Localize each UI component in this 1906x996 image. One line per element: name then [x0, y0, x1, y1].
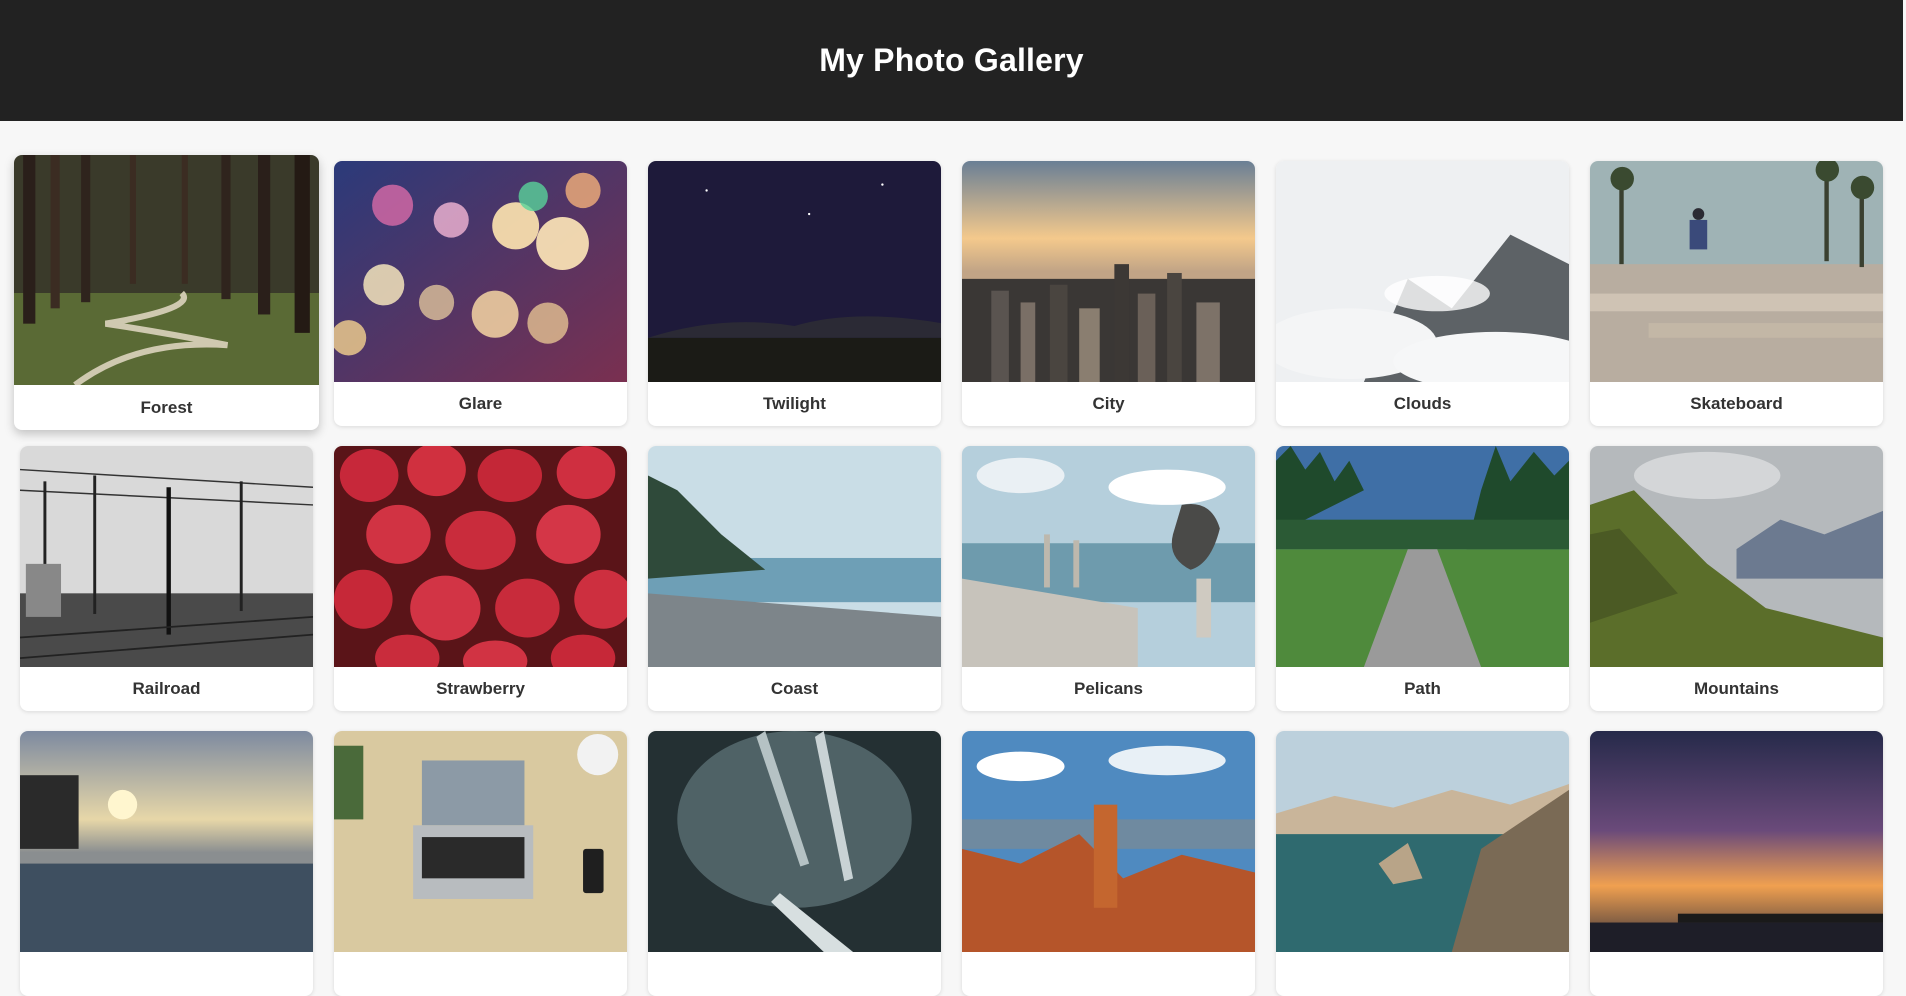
- photo-card-15[interactable]: [648, 731, 941, 996]
- sunset-pier-photo: [1590, 731, 1883, 952]
- photo-card-twilight[interactable]: Twilight: [648, 161, 941, 426]
- forest-photo: [14, 155, 319, 385]
- photo-card-mountains[interactable]: Mountains: [1590, 446, 1883, 711]
- photo-caption: Railroad: [132, 679, 201, 698]
- skatepark-photo: [1590, 161, 1883, 382]
- photo-card-skateboard[interactable]: Skateboard: [1590, 161, 1883, 426]
- photo-card-17[interactable]: [1276, 731, 1569, 996]
- photo-caption: Path: [1404, 679, 1441, 698]
- photo-card-clouds[interactable]: Clouds: [1276, 161, 1569, 426]
- photo-card-glare[interactable]: Glare: [334, 161, 627, 426]
- photo-card-railroad[interactable]: Railroad: [20, 446, 313, 711]
- photo-card-forest[interactable]: Forest: [14, 155, 319, 430]
- photo-caption: [962, 952, 1255, 996]
- photo-caption: Clouds: [1393, 394, 1452, 413]
- photo-caption: Glare: [458, 394, 503, 413]
- page-header: My Photo Gallery: [0, 0, 1903, 121]
- photo-card-18[interactable]: [1590, 731, 1883, 996]
- coast-photo: [648, 446, 941, 667]
- page-title: My Photo Gallery: [819, 42, 1084, 78]
- photo-caption: Strawberry: [436, 679, 525, 698]
- photo-grid: Forest Glare Twilight City Clouds Skateb…: [0, 0, 1906, 996]
- mountains-photo: [1590, 446, 1883, 667]
- photo-caption: [1276, 952, 1569, 996]
- photo-caption: [1590, 952, 1883, 996]
- pelicans-pier-photo: [962, 446, 1255, 667]
- photo-card-city[interactable]: City: [962, 161, 1255, 426]
- photo-caption: Coast: [770, 679, 819, 698]
- photo-card-strawberry[interactable]: Strawberry: [334, 446, 627, 711]
- photo-card-path[interactable]: Path: [1276, 446, 1569, 711]
- photo-card-13[interactable]: [20, 731, 313, 996]
- canyon-photo: [962, 731, 1255, 952]
- photo-caption: [334, 952, 627, 996]
- city-photo: [962, 161, 1255, 382]
- sea-cliffs-photo: [1276, 731, 1569, 952]
- bokeh-photo: [334, 161, 627, 382]
- forks-photo: [648, 731, 941, 952]
- path-photo: [1276, 446, 1569, 667]
- photo-caption: [648, 952, 941, 996]
- photo-caption: Pelicans: [1074, 679, 1143, 698]
- photo-card-14[interactable]: [334, 731, 627, 996]
- railroad-photo: [20, 446, 313, 667]
- strawberries-photo: [334, 446, 627, 667]
- laptop-desk-photo: [334, 731, 627, 952]
- photo-card-16[interactable]: [962, 731, 1255, 996]
- mountain-clouds-photo: [1276, 161, 1569, 382]
- photo-caption: Twilight: [763, 394, 826, 413]
- photo-caption: Forest: [140, 397, 193, 417]
- photo-card-coast[interactable]: Coast: [648, 446, 941, 711]
- photo-caption: [20, 952, 313, 996]
- pier-sunset-photo: [20, 731, 313, 952]
- photo-card-pelicans[interactable]: Pelicans: [962, 446, 1255, 711]
- photo-caption: Mountains: [1694, 679, 1779, 698]
- night-sky-photo: [648, 161, 941, 382]
- photo-caption: City: [1092, 394, 1125, 413]
- photo-caption: Skateboard: [1690, 394, 1783, 413]
